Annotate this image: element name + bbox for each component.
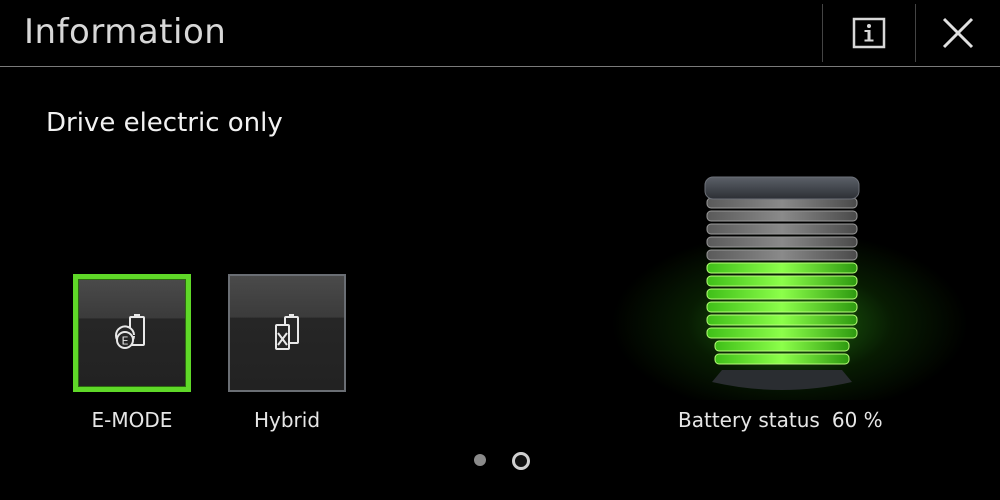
battery-status-label: Battery status [678,408,820,432]
battery-segment-lit [706,301,858,313]
battery-segment-lit [706,262,858,274]
battery-status: Battery status 60 % [678,408,883,432]
svg-text:E: E [122,335,129,348]
e-mode-button[interactable]: E [73,274,191,392]
battery-base [712,370,852,390]
e-mode-battery-icon: E [115,314,145,349]
hybrid-label: Hybrid [253,408,321,432]
battery-icon [704,176,860,390]
hybrid-battery-icon [275,314,299,350]
close-button[interactable] [916,0,1000,66]
battery-segment-lit [714,340,850,352]
battery-cap [704,176,860,200]
mode-description: Drive electric only [46,108,283,138]
info-icon [852,17,886,49]
e-mode-label: E-MODE [91,408,173,432]
battery-segment-empty [706,249,858,261]
page-dot-2-active[interactable] [512,452,530,470]
battery-segment-empty [706,210,858,222]
battery-segment-empty [706,223,858,235]
info-button[interactable] [823,0,915,66]
battery-segment-lit [714,353,850,365]
battery-segment-empty [706,236,858,248]
information-screen: Information Drive electric only E E-MODE… [0,0,1000,500]
battery-percent: 60 % [831,408,883,432]
close-icon [942,17,974,49]
page-dot-1[interactable] [474,454,486,466]
battery-graphic [600,170,980,410]
battery-segment-lit [706,275,858,287]
battery-segment-lit [706,314,858,326]
header-bar: Information [0,0,1000,67]
page-title: Information [24,12,227,52]
battery-segment-lit [706,327,858,339]
battery-segment-lit [706,288,858,300]
hybrid-button[interactable] [228,274,346,392]
